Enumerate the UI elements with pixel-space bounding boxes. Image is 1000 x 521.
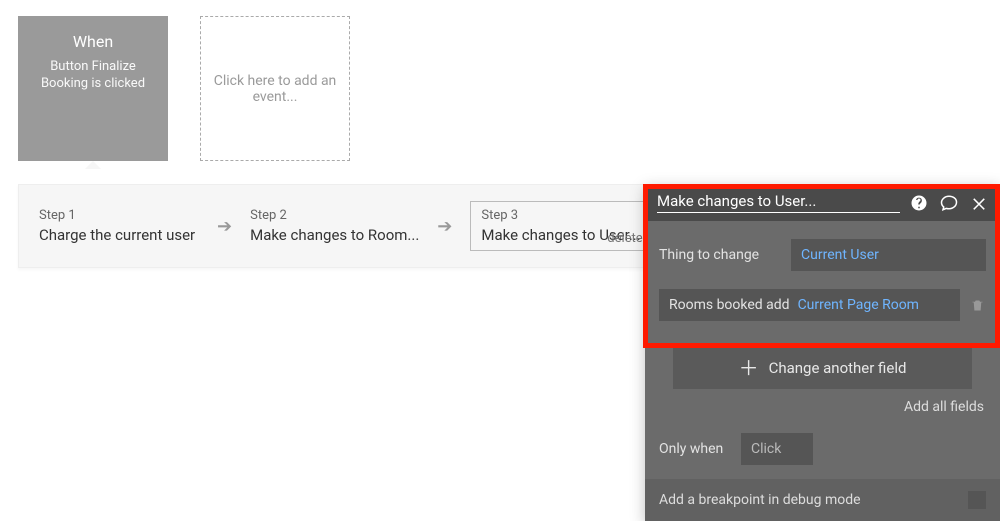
arrow-icon: ➔ xyxy=(433,216,456,237)
thing-to-change-field[interactable]: Current User xyxy=(791,239,986,271)
only-when-field[interactable]: Click xyxy=(741,433,813,465)
panel-title[interactable]: Make changes to User... xyxy=(657,192,900,213)
field-expression-link: Current Page Room xyxy=(798,297,919,313)
thing-to-change-row: Thing to change Current User xyxy=(659,239,986,271)
step-label: Step 3 xyxy=(481,208,640,223)
panel-body: Thing to change Current User Rooms booke… xyxy=(645,221,1000,335)
step-properties-panel: Make changes to User... Thing to change … xyxy=(645,184,1000,521)
add-all-fields-link[interactable]: Add all fields xyxy=(645,389,1000,415)
workflow-trigger-row: When Button Finalize Booking is clicked … xyxy=(18,16,350,161)
breakpoint-checkbox[interactable] xyxy=(968,491,986,509)
trigger-event-card[interactable]: When Button Finalize Booking is clicked xyxy=(18,16,168,161)
step-3-selected[interactable]: Step 3 Make changes to User... delete xyxy=(470,201,651,251)
step-delete-link[interactable]: delete xyxy=(607,231,642,246)
breakpoint-label: Add a breakpoint in debug mode xyxy=(659,492,861,508)
panel-header: Make changes to User... xyxy=(645,184,1000,221)
field-expression-prefix: Rooms booked add xyxy=(669,297,790,313)
field-expression[interactable]: Rooms booked add Current Page Room xyxy=(659,289,960,321)
step-1[interactable]: Step 1 Charge the current user xyxy=(39,208,199,244)
step-text: Make changes to Room... xyxy=(250,226,419,244)
change-another-field-label: Change another field xyxy=(769,359,907,377)
close-icon[interactable] xyxy=(970,194,988,212)
only-when-label: Only when xyxy=(659,441,731,457)
step-label: Step 1 xyxy=(39,208,199,223)
step-label: Step 2 xyxy=(250,208,419,223)
trash-icon[interactable] xyxy=(970,297,986,313)
arrow-icon: ➔ xyxy=(213,216,236,237)
panel-header-icons xyxy=(910,194,988,212)
field-expression-row: Rooms booked add Current Page Room xyxy=(659,289,986,321)
trigger-subtitle: Button Finalize Booking is clicked xyxy=(28,59,158,93)
only-when-row: Only when Click xyxy=(645,433,1000,479)
breakpoint-row: Add a breakpoint in debug mode xyxy=(645,479,1000,521)
add-event-placeholder[interactable]: Click here to add an event... xyxy=(200,16,350,161)
help-icon[interactable] xyxy=(910,194,928,212)
add-event-text: Click here to add an event... xyxy=(211,73,339,105)
comment-icon[interactable] xyxy=(940,194,958,212)
step-2[interactable]: Step 2 Make changes to Room... xyxy=(250,208,419,244)
trigger-title: When xyxy=(73,32,113,51)
thing-to-change-label: Thing to change xyxy=(659,247,781,263)
change-another-field-button[interactable]: ＋ Change another field xyxy=(673,347,972,389)
step-text: Charge the current user xyxy=(39,226,199,244)
